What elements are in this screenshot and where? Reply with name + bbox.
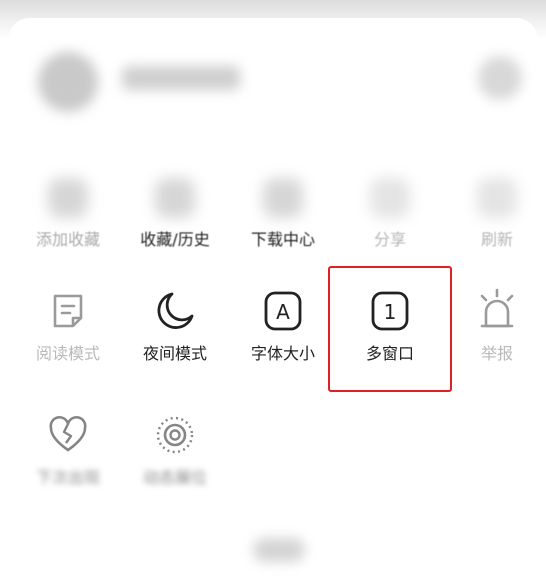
avatar[interactable] (38, 52, 98, 112)
menu-item-label: 举报 (480, 344, 513, 363)
menu-item-label: 字体大小 (250, 344, 315, 363)
menu-item-label: 动态展位 (142, 468, 207, 487)
download-center-icon (260, 174, 306, 220)
close-handle[interactable] (253, 538, 305, 562)
menu-item-label: 刷新 (480, 230, 513, 249)
share-icon (367, 174, 413, 220)
menu-item-label: 下载中心 (250, 230, 315, 249)
dynamic-ring-icon (152, 412, 198, 458)
moon-icon (152, 288, 198, 334)
menu-item-label: 添加收藏 (35, 230, 100, 249)
add-favorite-icon (45, 174, 91, 220)
font-size-icon: A (260, 288, 306, 334)
menu-item-label: 下次出现 (35, 468, 100, 487)
menu-item-label: 阅读模式 (35, 344, 100, 363)
highlight-box (328, 266, 452, 392)
menu-item-label: 分享 (373, 230, 406, 249)
menu-item-label: 收藏/历史 (140, 230, 210, 249)
reading-mode-icon (45, 288, 91, 334)
broken-heart-icon (45, 412, 91, 458)
report-bell-icon (474, 288, 520, 334)
refresh-icon (474, 174, 520, 220)
settings-icon[interactable] (478, 56, 522, 100)
menu-item-label: 夜间模式 (142, 344, 207, 363)
username-placeholder[interactable] (122, 66, 240, 90)
font-size-glyph: A (276, 300, 290, 324)
bookmarks-history-icon (152, 174, 198, 220)
